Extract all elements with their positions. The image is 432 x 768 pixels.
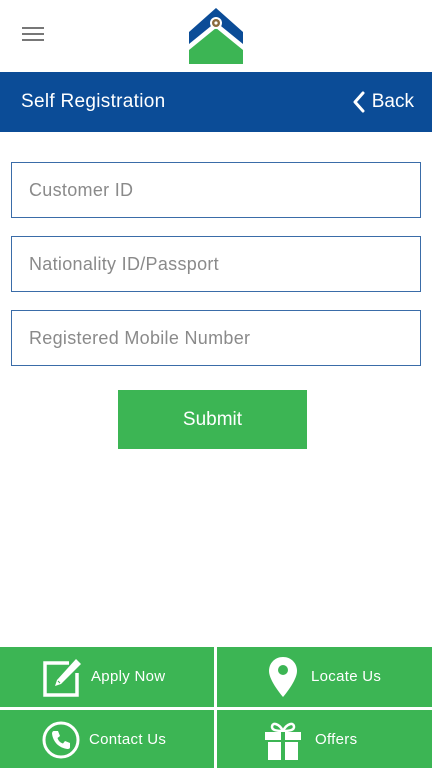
- location-pin-icon: [269, 657, 297, 697]
- nationality-id-field[interactable]: [11, 236, 421, 292]
- customer-id-field[interactable]: [11, 162, 421, 218]
- page-title: Self Registration: [21, 91, 166, 112]
- apply-now-label: Apply Now: [91, 668, 166, 685]
- mobile-number-input[interactable]: [12, 311, 420, 365]
- offers-button[interactable]: Offers: [217, 710, 432, 768]
- back-button[interactable]: Back: [352, 72, 414, 132]
- nationality-id-input[interactable]: [12, 237, 420, 291]
- bottom-nav: Apply Now Locate Us Contact Us Offers: [0, 647, 432, 768]
- top-bar: [0, 0, 432, 72]
- edit-icon: [43, 659, 81, 697]
- locate-us-label: Locate Us: [311, 668, 382, 685]
- house-logo-icon: [189, 8, 243, 64]
- gift-icon: [265, 722, 301, 760]
- back-label: Back: [371, 91, 414, 112]
- mobile-number-field[interactable]: [11, 310, 421, 366]
- apply-now-button[interactable]: Apply Now: [0, 647, 214, 707]
- phone-icon: [42, 721, 80, 759]
- customer-id-input[interactable]: [12, 163, 420, 217]
- page-header: Self Registration Back: [0, 72, 432, 132]
- hamburger-menu-icon[interactable]: [22, 25, 44, 43]
- locate-us-button[interactable]: Locate Us: [217, 647, 432, 707]
- contact-us-button[interactable]: Contact Us: [0, 710, 214, 768]
- contact-us-label: Contact Us: [89, 731, 167, 748]
- offers-label: Offers: [315, 731, 358, 748]
- chevron-left-icon: [353, 91, 365, 113]
- submit-button[interactable]: Submit: [118, 390, 307, 449]
